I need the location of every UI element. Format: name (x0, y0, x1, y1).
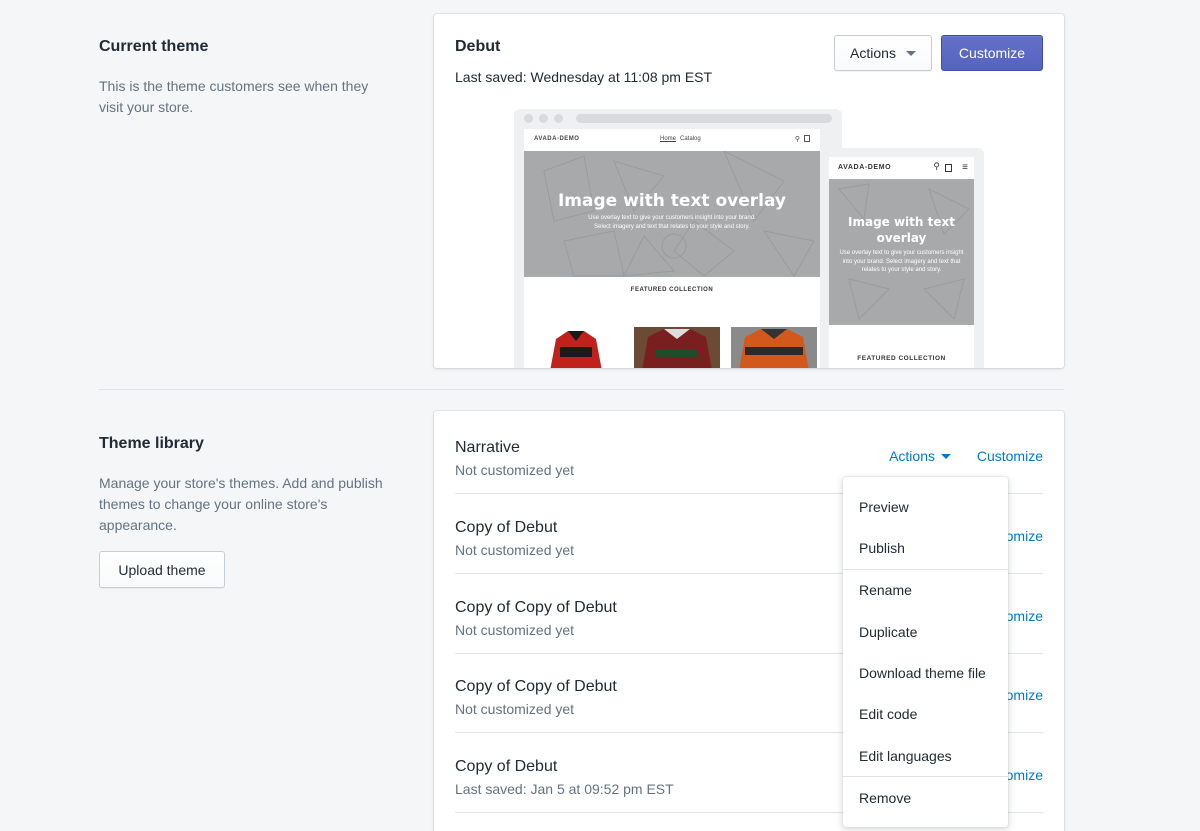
mobile-cart-icon (945, 164, 952, 172)
actions-dropdown-menu: Preview Publish Rename Duplicate Downloa… (843, 477, 1008, 827)
window-dots (524, 114, 563, 123)
menu-divider (843, 569, 1008, 570)
actions-label: Actions (889, 448, 935, 464)
library-theme-status: Not customized yet (455, 462, 575, 478)
mobile-page: AVADA-DEMO ⚲ ≡ Image with text overlay U… (829, 157, 974, 368)
menu-item-edit-languages[interactable]: Edit languages (859, 748, 952, 764)
library-theme-name: Copy of Copy of Debut (455, 599, 617, 616)
desktop-featured-label: FEATURED COLLECTION (630, 287, 714, 293)
desktop-hero-title: Image with text overlay (557, 191, 786, 211)
current-theme-info: Current theme This is the theme customer… (99, 38, 399, 118)
library-theme-name: Copy of Copy of Debut (455, 678, 617, 695)
current-theme-customize-button[interactable]: Customize (941, 35, 1043, 71)
caret-down-icon (905, 50, 916, 56)
desktop-cart-icon (804, 135, 810, 142)
library-theme-status: Not customized yet (455, 542, 575, 558)
library-theme-status: Last saved: Jan 5 at 09:52 pm EST (455, 781, 674, 797)
desktop-hero-body: Use overlay text to give your customers … (588, 215, 756, 230)
current-theme-description: This is the theme customers see when the… (99, 78, 369, 115)
actions-label: Actions (850, 45, 896, 61)
library-theme-name: Copy of Debut (455, 758, 558, 775)
mobile-preview: AVADA-DEMO ⚲ ≡ Image with text overlay U… (821, 148, 984, 368)
desktop-brand: AVADA-DEMO (534, 136, 580, 142)
mobile-featured-label: FEATURED COLLECTION (857, 355, 946, 362)
mobile-search-icon: ⚲ (933, 161, 940, 171)
menu-item-rename[interactable]: Rename (859, 582, 912, 598)
mobile-hero-title: Image with text overlay (848, 215, 955, 245)
library-theme-name: Copy of Debut (455, 519, 558, 536)
theme-library-description: Manage your store's themes. Add and publ… (99, 475, 383, 533)
desktop-nav-home: Home (660, 136, 677, 142)
theme-library-title: Theme library (99, 435, 204, 452)
menu-item-download-theme-file[interactable]: Download theme file (859, 665, 986, 681)
mobile-brand: AVADA-DEMO (838, 164, 892, 171)
menu-item-preview[interactable]: Preview (859, 499, 909, 515)
desktop-search-icon: ⚲ (794, 136, 800, 143)
section-divider (99, 389, 1064, 390)
desktop-hero: Image with text overlay Use overlay text… (524, 151, 820, 277)
mobile-menu-icon: ≡ (962, 162, 968, 173)
caret-down-icon (941, 453, 951, 459)
menu-item-edit-code[interactable]: Edit code (859, 706, 917, 722)
current-theme-name: Debut (455, 38, 501, 55)
desktop-nav-catalog: Catalog (680, 136, 701, 142)
current-theme-actions-button[interactable]: Actions (834, 35, 932, 71)
library-customize-link[interactable]: Customize (977, 448, 1043, 464)
mobile-hero: Image with text overlay Use overlay text… (829, 179, 974, 325)
mobile-hero-body: Use overlay text to give your customers … (839, 250, 964, 274)
current-theme-title: Current theme (99, 38, 209, 55)
upload-theme-button[interactable]: Upload theme (99, 551, 225, 588)
library-theme-name: Narrative (455, 439, 520, 456)
desktop-preview: AVADA-DEMO Home Catalog ⚲ Image with tex… (514, 109, 842, 368)
product-image-2 (634, 327, 720, 368)
library-actions-link[interactable]: Actions (889, 448, 951, 464)
menu-item-publish[interactable]: Publish (859, 540, 905, 556)
menu-item-duplicate[interactable]: Duplicate (859, 624, 917, 640)
desktop-nav: AVADA-DEMO Home Catalog ⚲ (534, 135, 810, 145)
product-image-3 (731, 327, 817, 368)
library-theme-status: Not customized yet (455, 622, 575, 638)
menu-divider (843, 776, 1008, 777)
library-theme-status: Not customized yet (455, 701, 575, 717)
desktop-page: AVADA-DEMO Home Catalog ⚲ Image with tex… (524, 129, 820, 368)
product-image-1 (536, 327, 616, 368)
theme-library-info: Theme library Manage your store's themes… (99, 435, 399, 536)
url-bar (576, 114, 832, 123)
current-theme-last-saved: Last saved: Wednesday at 11:08 pm EST (455, 69, 713, 85)
menu-item-remove[interactable]: Remove (859, 790, 911, 806)
